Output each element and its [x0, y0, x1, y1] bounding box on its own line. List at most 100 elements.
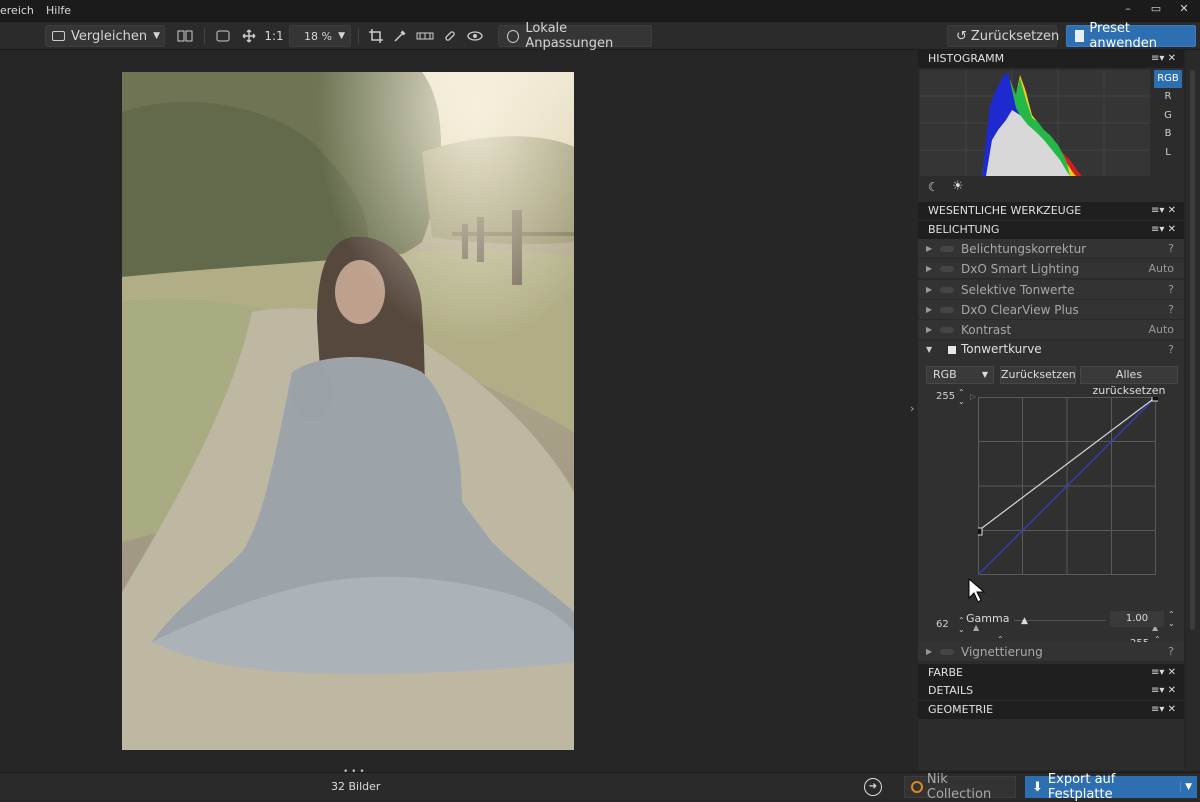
export-icon: ⬇: [1032, 779, 1043, 795]
minimize-button[interactable]: –: [1118, 2, 1138, 15]
geometry-title: GEOMETRIE: [928, 703, 994, 716]
essential-tools-header[interactable]: WESENTLICHE WERKZEUGE ≡▾ ✕: [918, 202, 1184, 220]
tool-row[interactable]: ▶ Selektive Tonwerte ?: [918, 280, 1184, 300]
panel-scrollbar[interactable]: [1186, 50, 1200, 770]
channel-l[interactable]: L: [1154, 147, 1182, 158]
output-max-value[interactable]: 255: [936, 391, 955, 402]
export-label: Export auf Festplatte: [1047, 772, 1116, 802]
gamma-value[interactable]: 1.00: [1110, 611, 1164, 627]
expand-arrow-icon[interactable]: ▶: [926, 642, 932, 662]
tone-curve-help[interactable]: ?: [1168, 343, 1174, 356]
toggle-switch[interactable]: [940, 649, 954, 655]
toggle-switch[interactable]: [940, 246, 954, 252]
tool-label: DxO Smart Lighting: [961, 262, 1080, 276]
compare-button[interactable]: Vergleichen ▼: [45, 25, 165, 47]
channel-value: RGB: [933, 368, 957, 381]
panel-menu-icon[interactable]: ≡▾ ✕: [1151, 202, 1176, 220]
output-min-value[interactable]: 62: [936, 619, 949, 630]
split-view-icon[interactable]: [172, 25, 198, 47]
expand-arrow-icon[interactable]: ▶: [926, 320, 932, 340]
tone-curve-label: Tonwertkurve: [961, 342, 1042, 356]
panel-menu-icon[interactable]: ≡▾ ✕: [1151, 664, 1176, 682]
nik-collection-button[interactable]: Nik Collection: [904, 772, 1016, 802]
scrollbar-thumb[interactable]: [1190, 70, 1195, 630]
chevron-down-icon[interactable]: ▼: [1180, 782, 1192, 792]
close-window-button[interactable]: ✕: [1174, 2, 1194, 15]
sun-icon[interactable]: ☀: [952, 179, 964, 194]
eyedropper-icon[interactable]: [390, 25, 410, 47]
toggle-switch[interactable]: [940, 327, 954, 333]
color-header[interactable]: FARBE ≡▾ ✕: [918, 664, 1184, 682]
local-adjustments-icon: [507, 29, 520, 43]
histogram-chart: [920, 70, 1150, 176]
forward-icon[interactable]: ➜: [864, 778, 882, 796]
exposure-header[interactable]: BELICHTUNG ≡▾ ✕: [918, 221, 1184, 239]
expand-arrow-icon[interactable]: ▶: [926, 300, 932, 320]
repair-icon[interactable]: [440, 25, 460, 47]
tone-curve-graph[interactable]: [974, 393, 1160, 576]
reset-button[interactable]: ↺ Zurücksetzen: [947, 25, 1059, 47]
toggle-switch[interactable]: [940, 307, 954, 313]
tool-help[interactable]: ?: [1168, 280, 1174, 300]
apply-preset-button[interactable]: Preset anwenden: [1066, 21, 1196, 51]
tool-row[interactable]: ▶ Belichtungskorrektur ?: [918, 239, 1184, 259]
photo-preview[interactable]: [122, 72, 574, 750]
tool-row[interactable]: ▶ DxO Smart Lighting Auto: [918, 259, 1184, 279]
toggle-switch[interactable]: [940, 266, 954, 272]
crop-icon[interactable]: [366, 25, 386, 47]
expand-arrow-icon[interactable]: ▶: [926, 259, 932, 279]
channel-r[interactable]: R: [1154, 91, 1182, 102]
details-header[interactable]: DETAILS ≡▾ ✕: [918, 682, 1184, 700]
geometry-header[interactable]: GEOMETRIE ≡▾ ✕: [918, 701, 1184, 719]
tool-row[interactable]: ▶ Vignettierung ?: [918, 642, 1184, 662]
spinner-icon[interactable]: ⌃⌄: [1168, 610, 1175, 628]
panel-collapse-icon[interactable]: ›: [910, 402, 914, 415]
panel-menu-icon[interactable]: ≡▾ ✕: [1151, 682, 1176, 700]
expand-arrow-icon[interactable]: ▶: [926, 239, 932, 259]
move-icon[interactable]: [238, 25, 260, 47]
restore-button[interactable]: ▭: [1146, 2, 1166, 15]
panel-menu-icon[interactable]: ≡▾ ✕: [1151, 221, 1176, 239]
channel-b[interactable]: B: [1154, 128, 1182, 139]
local-adjustments-button[interactable]: Lokale Anpassungen: [498, 21, 652, 51]
channel-select[interactable]: RGB ▼: [926, 366, 994, 384]
tool-mode[interactable]: Auto: [1148, 320, 1174, 340]
exposure-title: BELICHTUNG: [928, 223, 1000, 236]
moon-icon[interactable]: ☾: [928, 180, 939, 194]
filmstrip-handle-icon[interactable]: • • •: [343, 767, 365, 777]
gamma-label: Gamma: [966, 612, 1010, 625]
toolbar-divider: [358, 28, 359, 44]
menu-bar: ereich Hilfe – ▭ ✕: [0, 0, 1200, 22]
spinner-icon[interactable]: ⌃⌄: [958, 616, 965, 634]
panel-menu-icon[interactable]: ≡▾ ✕: [1151, 50, 1176, 68]
tool-row[interactable]: ▶ DxO ClearView Plus ?: [918, 300, 1184, 320]
fit-to-screen-icon[interactable]: [212, 25, 234, 47]
export-button[interactable]: ⬇ Export auf Festplatte ▼: [1025, 772, 1197, 802]
collapse-arrow-icon[interactable]: ▼: [926, 345, 932, 354]
histogram-header[interactable]: HISTOGRAMM ≡▾ ✕: [918, 50, 1184, 68]
expand-arrow-icon[interactable]: ▶: [926, 280, 932, 300]
tool-row[interactable]: ▶ Kontrast Auto: [918, 320, 1184, 340]
tool-help[interactable]: ?: [1168, 300, 1174, 320]
menu-item-help[interactable]: Hilfe: [46, 4, 71, 17]
toggle-switch[interactable]: [940, 287, 954, 293]
panel-menu-icon[interactable]: ≡▾ ✕: [1151, 701, 1176, 719]
menu-item-bereich[interactable]: ereich: [0, 4, 34, 17]
channel-g[interactable]: G: [1154, 110, 1182, 121]
tool-help[interactable]: ?: [1168, 239, 1174, 259]
horizon-icon[interactable]: [414, 25, 436, 47]
apply-preset-label: Preset anwenden: [1089, 21, 1157, 51]
zoom-select[interactable]: 18 % ▼: [289, 25, 351, 47]
eye-icon[interactable]: [464, 25, 486, 47]
tool-help[interactable]: ?: [1168, 642, 1174, 662]
gamma-slider-handle[interactable]: ▲: [1021, 616, 1028, 626]
curve-reset-button[interactable]: Zurücksetzen: [1000, 366, 1076, 384]
channel-rgb[interactable]: RGB: [1154, 70, 1182, 88]
tone-curve-enabled-checkbox[interactable]: [948, 346, 956, 354]
curve-reset-all-button[interactable]: Alles zurücksetzen: [1080, 366, 1178, 397]
photo-image: [122, 72, 574, 750]
chevron-down-icon[interactable]: ▼: [153, 31, 160, 41]
tool-mode[interactable]: Auto: [1148, 259, 1174, 279]
spinner-icon[interactable]: ⌃⌄: [958, 388, 965, 406]
one-to-one-button[interactable]: 1:1: [262, 25, 286, 47]
